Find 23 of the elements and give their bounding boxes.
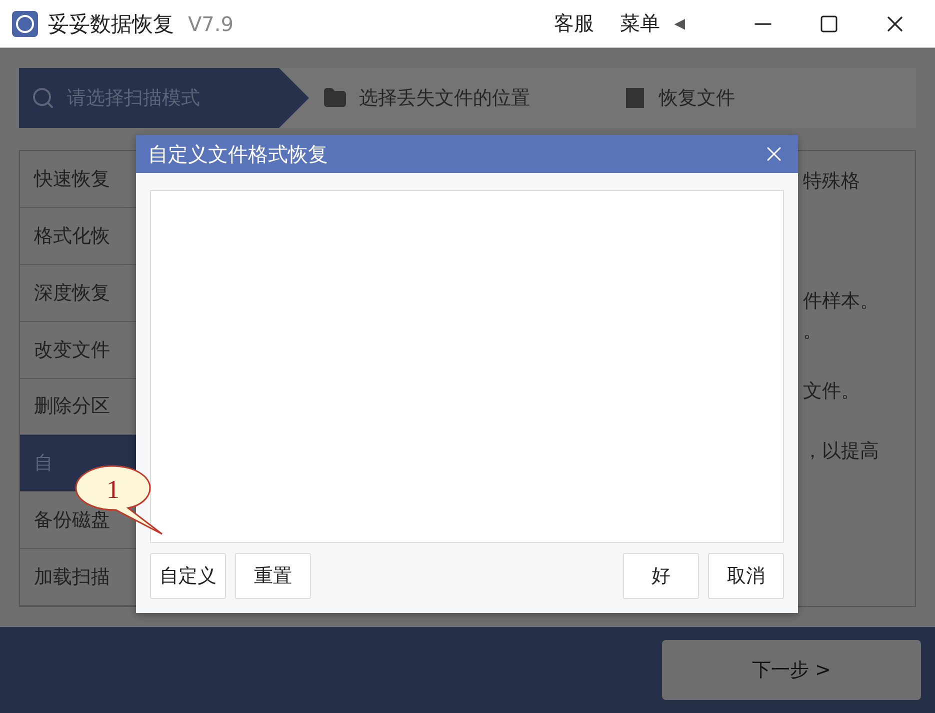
format-input-field[interactable] bbox=[150, 190, 784, 543]
app-version: V7.9 bbox=[188, 12, 234, 36]
next-button[interactable]: 下一步 > bbox=[662, 640, 921, 700]
step-label: 选择丢失文件的位置 bbox=[359, 86, 530, 111]
description-text: 。 bbox=[803, 319, 823, 344]
description-text: 特殊格 bbox=[803, 169, 861, 194]
app-title: 妥妥数据恢复 bbox=[48, 10, 174, 38]
dialog-title: 自定义文件格式恢复 bbox=[148, 140, 328, 168]
app-logo-icon bbox=[12, 10, 38, 36]
description-text: ，以提高 bbox=[803, 439, 880, 464]
dialog-button[interactable]: 自定义 bbox=[150, 553, 226, 599]
step-label: 恢复文件 bbox=[659, 86, 735, 111]
folder-icon bbox=[323, 86, 347, 110]
menu-arrow: ◀ bbox=[674, 16, 685, 32]
description-text: 件样本。 bbox=[803, 289, 880, 314]
dialog-button[interactable]: 重置 bbox=[235, 553, 311, 599]
description-text: 文件。 bbox=[803, 379, 861, 404]
search-icon bbox=[31, 86, 55, 110]
dialog-button[interactable]: 取消 bbox=[708, 553, 784, 599]
maximize-icon[interactable] bbox=[819, 14, 839, 34]
menu-link[interactable]: 菜单 bbox=[620, 10, 660, 37]
dialog-button[interactable]: 好 bbox=[623, 553, 699, 599]
menu-link[interactable]: 客服 bbox=[554, 10, 594, 37]
